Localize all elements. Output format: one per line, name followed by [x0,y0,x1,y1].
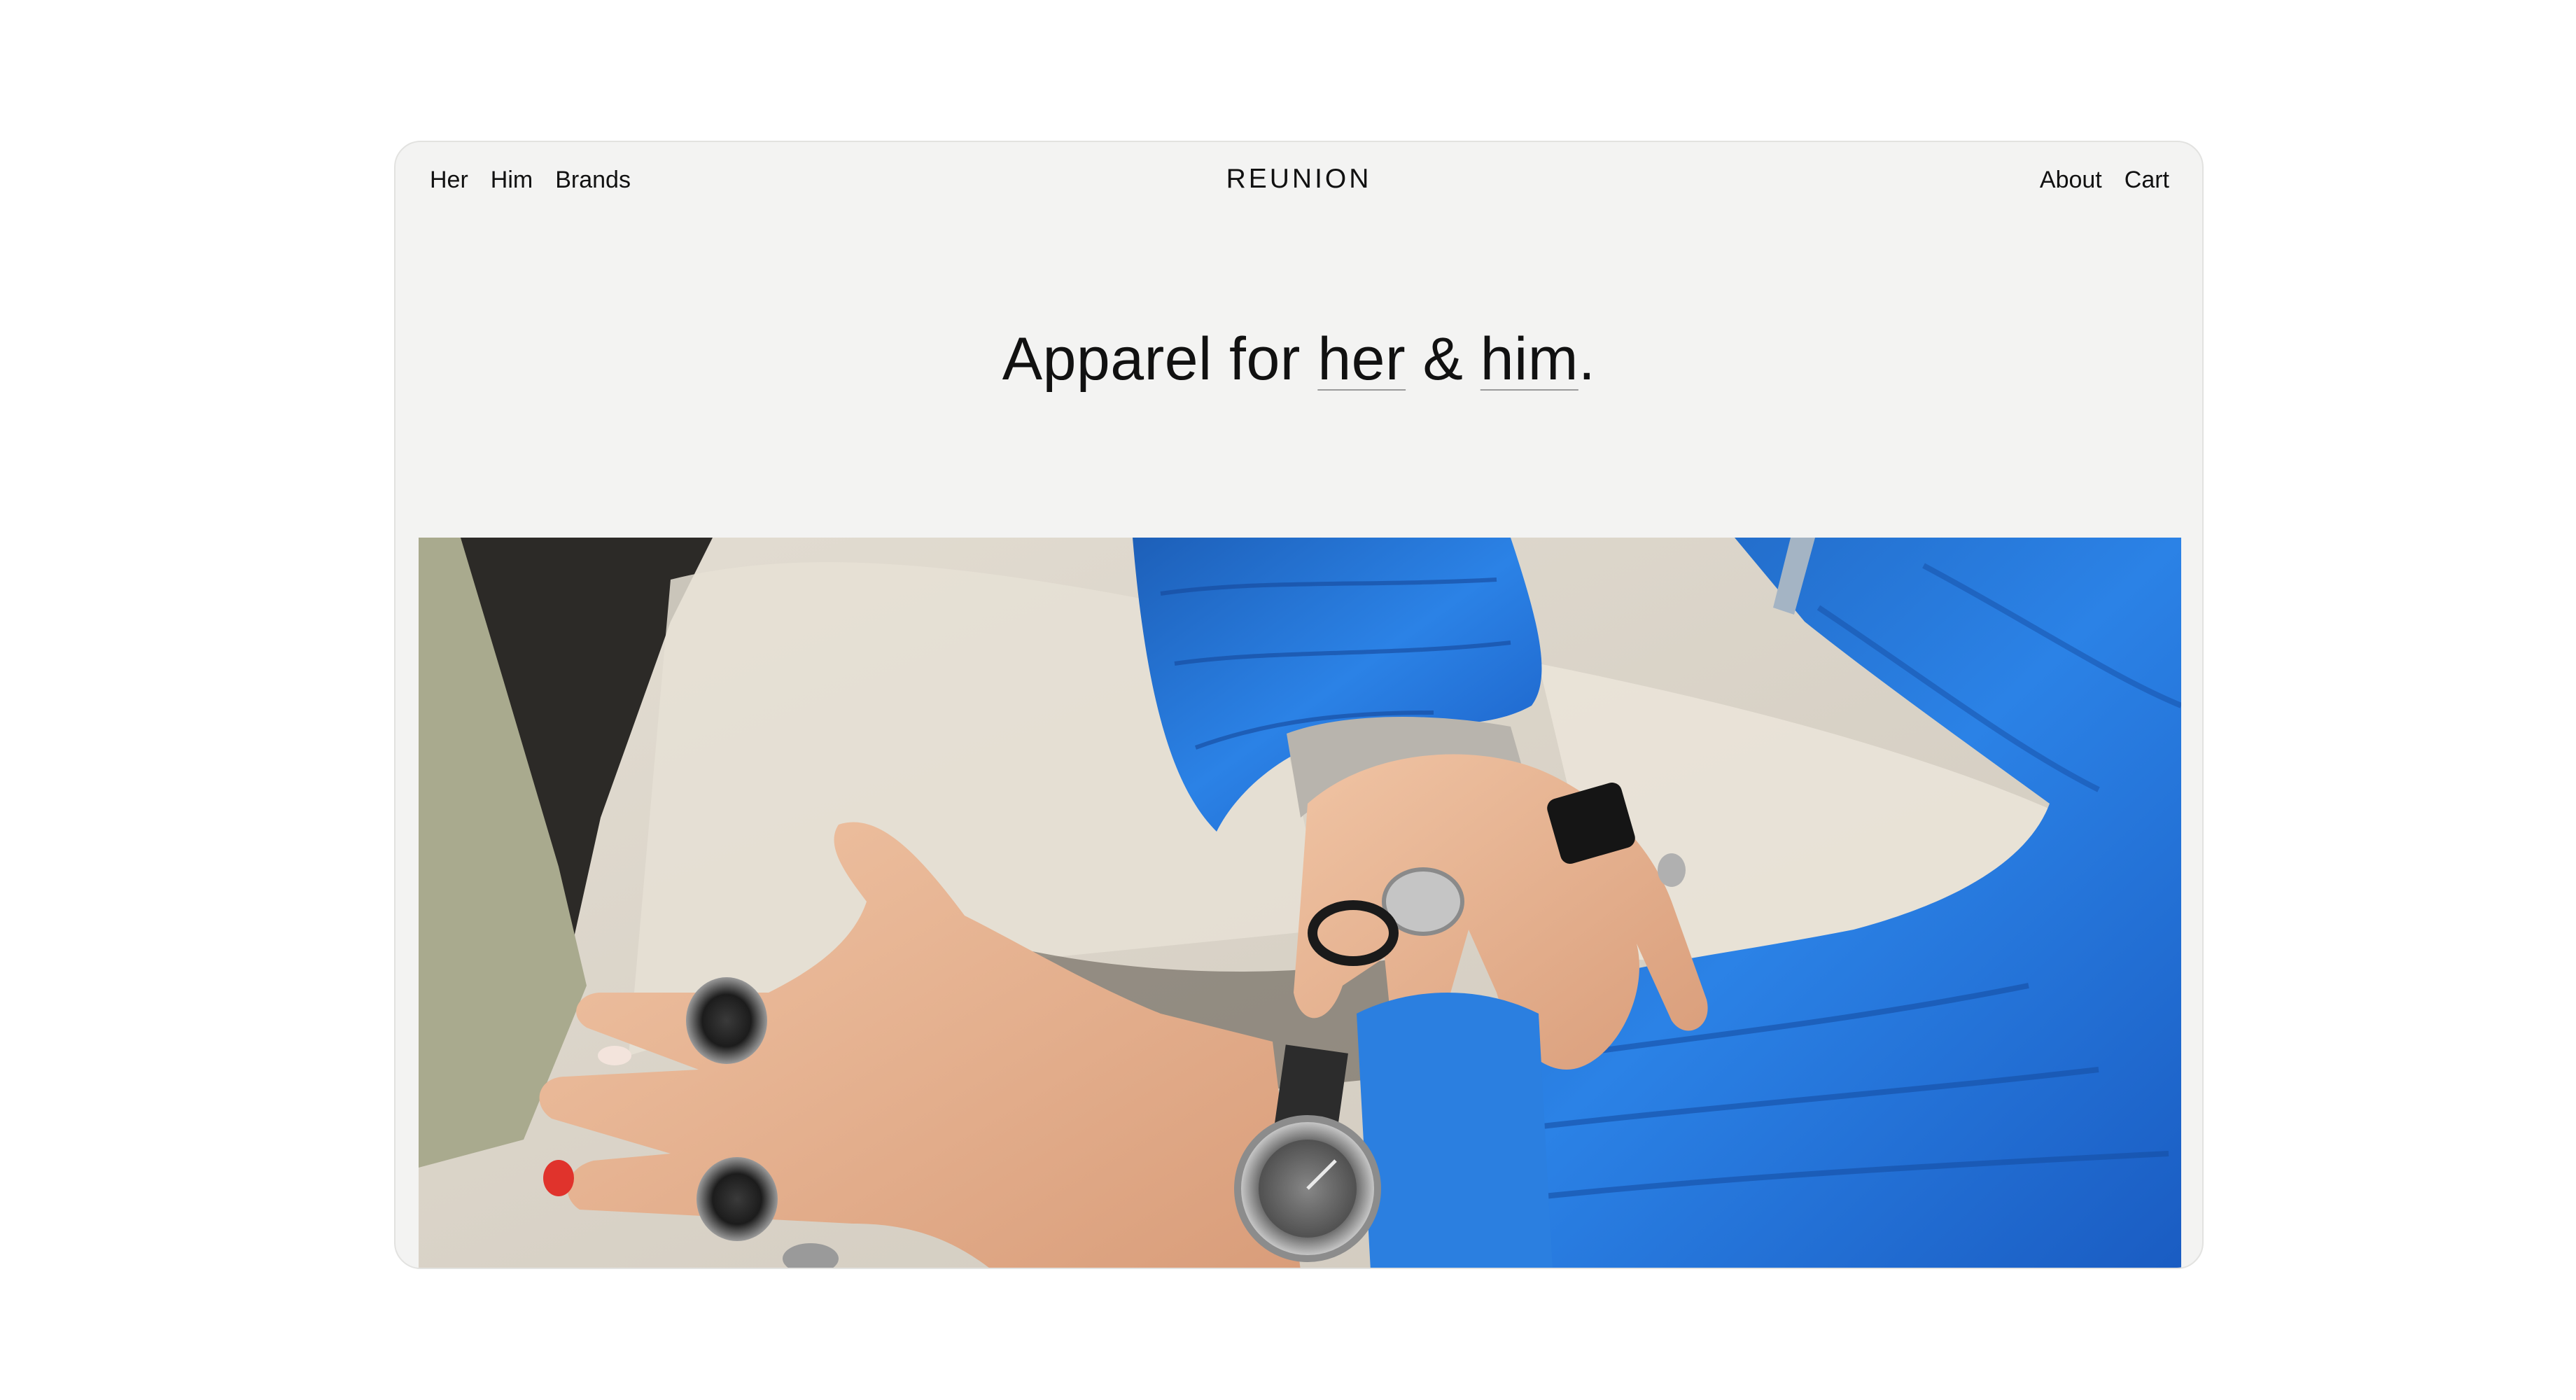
hero-prefix: Apparel for [1002,326,1318,393]
browser-frame: Her Him Brands REUNION About Cart Appare… [394,141,2204,1269]
nav-link-about[interactable]: About [2040,164,2102,195]
hero-ampersand: & [1406,326,1480,393]
nav-link-cart[interactable]: Cart [2124,164,2169,195]
hero-link-him[interactable]: him [1480,326,1578,393]
site-logo[interactable]: REUNION [1226,163,1372,195]
nav-left-group: Her Him Brands [430,164,631,195]
hero-link-her[interactable]: her [1317,326,1406,393]
top-nav: Her Him Brands REUNION About Cart [396,142,2202,219]
hero-photo-illustration [419,538,2181,1268]
nav-right-group: About Cart [2040,164,2169,195]
nav-link-her[interactable]: Her [430,164,468,195]
hero-photo [419,538,2181,1268]
hero-suffix: . [1578,326,1596,393]
nav-link-him[interactable]: Him [491,164,533,195]
nav-link-brands[interactable]: Brands [555,164,631,195]
hero-headline: Apparel for her & him. [396,321,2202,398]
